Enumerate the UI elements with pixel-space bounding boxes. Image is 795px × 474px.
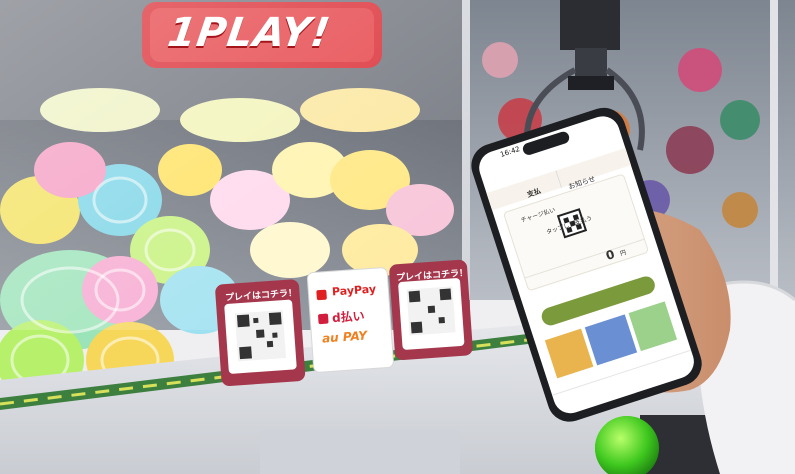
scene-illustration bbox=[0, 0, 795, 474]
photo-scene: 1PLAY! プレイはコチラ！ プレイはコチラ！ PayPay d払い au P… bbox=[0, 0, 795, 474]
machine-sign-text: 1PLAY! bbox=[164, 10, 334, 56]
brand-dbarai: d払い bbox=[331, 308, 366, 326]
